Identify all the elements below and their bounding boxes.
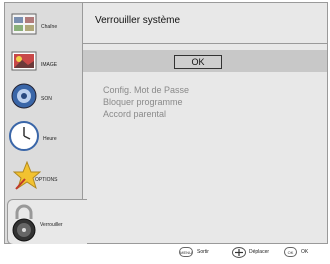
sidebar-item-options[interactable]: OPTIONS <box>5 159 82 197</box>
sidebar-item-label: Verrouiller <box>40 222 63 228</box>
footer-help-bar: MENU Sortir Déplacer OK OK <box>4 244 326 261</box>
channel-list-icon <box>11 13 37 35</box>
ok-button[interactable]: OK <box>174 55 222 69</box>
sidebar-item-verrouiller[interactable]: Verrouiller <box>7 199 87 245</box>
main-panel: Verrouiller système OK Config. Mot de Pa… <box>83 3 327 243</box>
star-icon <box>13 161 41 190</box>
menu-item-block-program[interactable]: Bloquer programme <box>103 97 183 107</box>
sidebar-item-son[interactable]: SON <box>5 81 82 119</box>
sidebar-item-label: Chaîne <box>41 24 58 30</box>
speaker-icon <box>11 83 37 109</box>
picture-icon <box>11 51 37 71</box>
ok-key-icon: OK <box>284 247 297 257</box>
move-hint-label: Déplacer <box>249 249 270 255</box>
menu-frame: Chaîne IMAGE SON Heure OPTIONS Verrouill… <box>4 2 328 245</box>
sidebar-item-label: IMAGE <box>41 62 58 68</box>
sidebar-item-label: Heure <box>43 136 57 142</box>
tv-lock-menu-screen: Chaîne IMAGE SON Heure OPTIONS Verrouill… <box>0 0 330 264</box>
sidebar-item-heure[interactable]: Heure <box>5 117 82 155</box>
menu-item-parental-rating[interactable]: Accord parental <box>103 109 166 119</box>
page-title: Verrouiller système <box>95 15 181 26</box>
sidebar: Chaîne IMAGE SON Heure OPTIONS Verrouill… <box>5 3 87 245</box>
sidebar-item-image[interactable]: IMAGE <box>5 47 82 85</box>
padlock-icon <box>12 204 36 242</box>
sidebar-item-label: SON <box>41 96 52 102</box>
clock-icon <box>9 121 39 151</box>
dpad-move-icon <box>232 247 246 258</box>
ok-hint-label: OK <box>301 249 309 255</box>
exit-hint-label: Sortir <box>197 249 209 255</box>
sidebar-item-label: OPTIONS <box>35 177 58 183</box>
menu-key-icon: MENU <box>179 247 193 257</box>
title-bar: Verrouiller système <box>83 3 327 44</box>
menu-item-config-password[interactable]: Config. Mot de Passe <box>103 85 189 95</box>
sidebar-item-chaine[interactable]: Chaîne <box>5 9 82 47</box>
ok-strip: OK <box>83 50 327 72</box>
